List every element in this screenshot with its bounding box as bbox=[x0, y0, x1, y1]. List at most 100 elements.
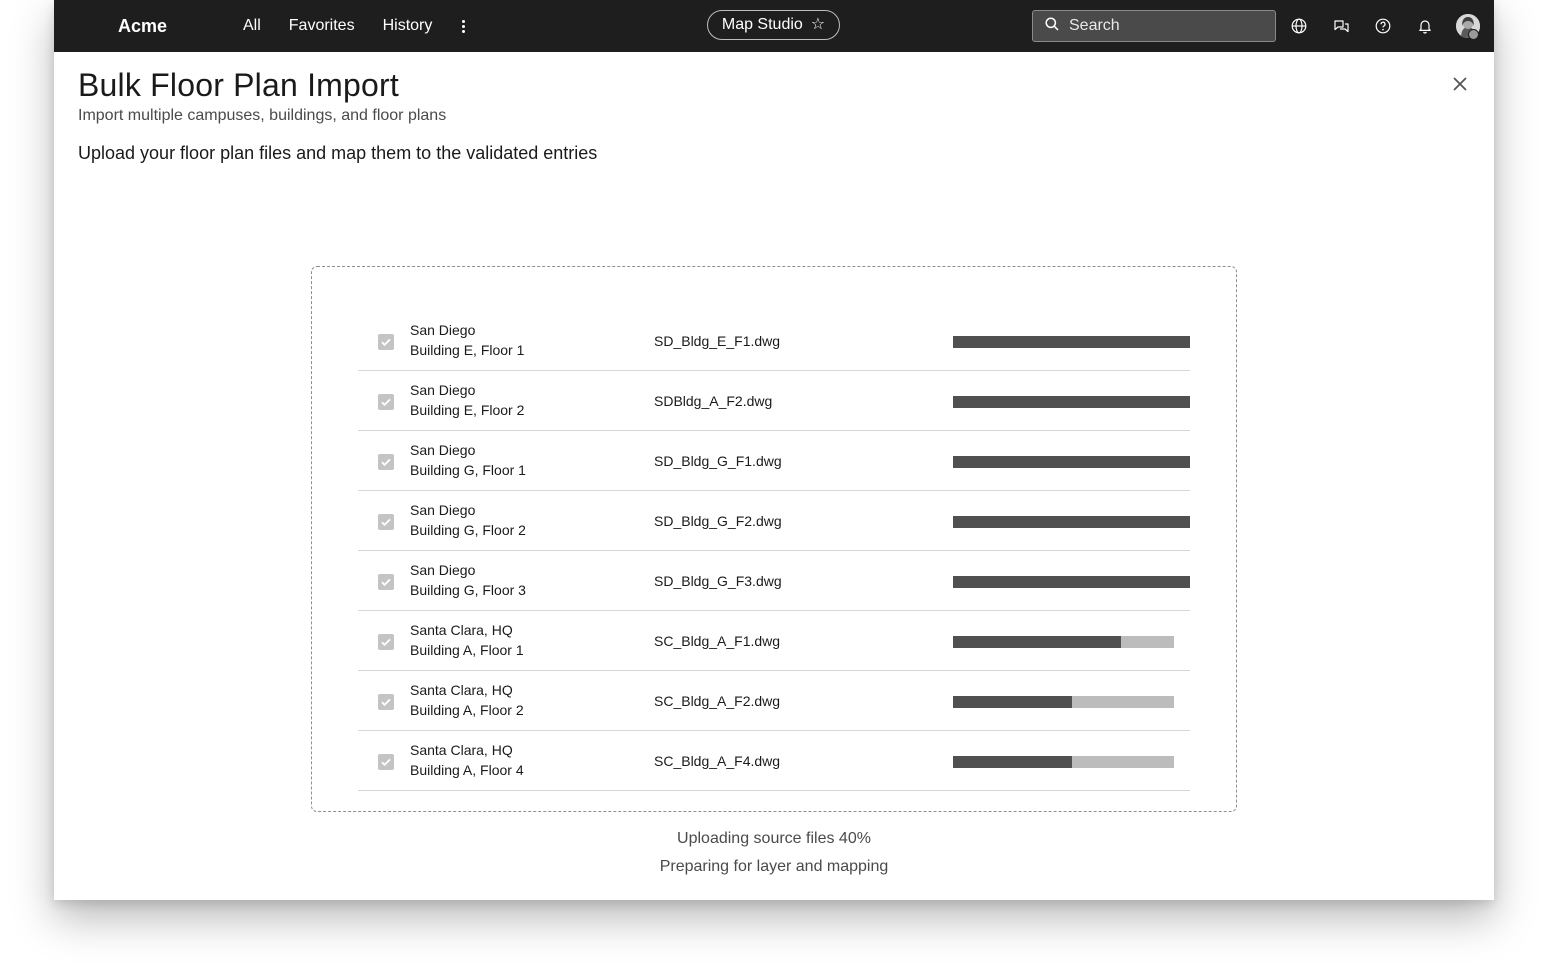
file-name: SD_Bldg_G_F2.dwg bbox=[654, 513, 782, 529]
file-checkbox[interactable] bbox=[378, 754, 394, 770]
campus-name: San Diego bbox=[410, 322, 476, 338]
campus-name: Santa Clara, HQ bbox=[410, 682, 513, 698]
search-icon bbox=[1045, 16, 1059, 36]
checkmark-icon bbox=[381, 578, 391, 587]
file-name: SC_Bldg_A_F2.dwg bbox=[654, 693, 781, 709]
checkmark-icon bbox=[381, 398, 391, 407]
file-checkbox[interactable] bbox=[378, 634, 394, 650]
file-checkbox[interactable] bbox=[378, 394, 394, 410]
file-row: San Diego Building E, Floor 2 SDBldg_A_F… bbox=[358, 371, 1190, 431]
more-vertical-icon[interactable] bbox=[456, 16, 470, 36]
building-floor: Building G, Floor 3 bbox=[410, 582, 526, 598]
file-drop-zone[interactable]: San Diego Building E, Floor 1 SD_Bldg_E_… bbox=[311, 266, 1237, 812]
online-status-indicator bbox=[1468, 29, 1479, 40]
file-checkbox[interactable] bbox=[378, 334, 394, 350]
app-window: Acme All Favorites History Map Studio ☆ bbox=[54, 0, 1494, 900]
search-input[interactable] bbox=[1067, 16, 1261, 36]
upload-progress-bar bbox=[953, 576, 1190, 588]
file-location: San Diego Building G, Floor 2 bbox=[410, 500, 526, 540]
building-floor: Building E, Floor 2 bbox=[410, 402, 525, 418]
file-name: SD_Bldg_E_F1.dwg bbox=[654, 333, 781, 349]
nav-item-favorites[interactable]: Favorites bbox=[289, 17, 355, 35]
file-location: San Diego Building E, Floor 1 bbox=[410, 320, 524, 360]
help-icon[interactable] bbox=[1374, 17, 1392, 35]
checkmark-icon bbox=[381, 698, 391, 707]
close-icon[interactable] bbox=[1450, 74, 1470, 94]
brand-logo[interactable]: Acme bbox=[118, 0, 167, 52]
file-row: San Diego Building G, Floor 2 SD_Bldg_G_… bbox=[358, 491, 1190, 551]
file-location: Santa Clara, HQ Building A, Floor 1 bbox=[410, 620, 524, 660]
upload-progress-fill bbox=[953, 396, 1190, 408]
star-favorite-icon[interactable]: ☆ bbox=[811, 17, 825, 33]
upload-progress-bar bbox=[953, 756, 1174, 768]
app-name-label: Map Studio bbox=[721, 16, 803, 33]
campus-name: San Diego bbox=[410, 382, 476, 398]
file-name: SC_Bldg_A_F1.dwg bbox=[654, 633, 781, 649]
file-location: San Diego Building G, Floor 1 bbox=[410, 440, 526, 480]
utility-icons bbox=[1290, 0, 1480, 52]
upload-instructions: Upload your floor plan files and map the… bbox=[78, 143, 598, 163]
checkmark-icon bbox=[381, 758, 391, 767]
globe-icon[interactable] bbox=[1290, 17, 1308, 35]
upload-progress-fill bbox=[953, 636, 1121, 648]
file-location: Santa Clara, HQ Building A, Floor 2 bbox=[410, 680, 524, 720]
campus-name: Santa Clara, HQ bbox=[410, 622, 513, 638]
upload-progress-bar bbox=[953, 696, 1174, 708]
file-name: SC_Bldg_A_F4.dwg bbox=[654, 753, 781, 769]
file-checkbox[interactable] bbox=[378, 574, 394, 590]
upload-progress-fill bbox=[953, 516, 1190, 528]
file-checkbox[interactable] bbox=[378, 514, 394, 530]
upload-progress-fill bbox=[953, 456, 1190, 468]
upload-progress-bar bbox=[953, 336, 1190, 348]
notification-bell-icon[interactable] bbox=[1416, 17, 1434, 35]
upload-progress-fill bbox=[953, 576, 1190, 588]
building-floor: Building A, Floor 1 bbox=[410, 642, 524, 658]
file-location: Santa Clara, HQ Building A, Floor 4 bbox=[410, 740, 524, 780]
building-floor: Building G, Floor 1 bbox=[410, 462, 526, 478]
chat-icon[interactable] bbox=[1332, 17, 1350, 35]
nav-item-all[interactable]: All bbox=[243, 17, 261, 35]
file-checkbox[interactable] bbox=[378, 694, 394, 710]
checkmark-icon bbox=[381, 518, 391, 527]
upload-progress-bar bbox=[953, 516, 1190, 528]
campus-name: San Diego bbox=[410, 442, 476, 458]
file-row: San Diego Building G, Floor 1 SD_Bldg_G_… bbox=[358, 431, 1190, 491]
file-name: SD_Bldg_G_F1.dwg bbox=[654, 453, 782, 469]
file-row: Santa Clara, HQ Building A, Floor 2 SC_B… bbox=[358, 671, 1190, 731]
page-subtitle: Import multiple campuses, buildings, and… bbox=[78, 107, 447, 124]
nav-item-history[interactable]: History bbox=[383, 17, 433, 35]
checkmark-icon bbox=[381, 338, 391, 347]
checkmark-icon bbox=[381, 458, 391, 467]
checkmark-icon bbox=[381, 638, 391, 647]
file-list: San Diego Building E, Floor 1 SD_Bldg_E_… bbox=[358, 311, 1190, 791]
upload-status-text: Uploading source files 40% bbox=[677, 830, 871, 847]
top-navigation-bar: Acme All Favorites History Map Studio ☆ bbox=[54, 0, 1494, 52]
mapping-status-text: Preparing for layer and mapping bbox=[659, 858, 889, 875]
main-nav: All Favorites History bbox=[243, 0, 470, 52]
upload-progress-fill bbox=[953, 696, 1072, 708]
file-row: San Diego Building E, Floor 1 SD_Bldg_E_… bbox=[358, 311, 1190, 371]
file-name: SD_Bldg_G_F3.dwg bbox=[654, 573, 782, 589]
building-floor: Building E, Floor 1 bbox=[410, 342, 525, 358]
upload-progress-bar bbox=[953, 636, 1174, 648]
file-row: San Diego Building G, Floor 3 SD_Bldg_G_… bbox=[358, 551, 1190, 611]
upload-progress-bar bbox=[953, 396, 1190, 408]
file-name: SDBldg_A_F2.dwg bbox=[654, 393, 773, 409]
upload-progress-fill bbox=[953, 756, 1072, 768]
campus-name: Santa Clara, HQ bbox=[410, 742, 513, 758]
campus-name: San Diego bbox=[410, 562, 476, 578]
building-floor: Building A, Floor 4 bbox=[410, 762, 524, 778]
file-row: Santa Clara, HQ Building A, Floor 1 SC_B… bbox=[358, 611, 1190, 671]
building-floor: Building A, Floor 2 bbox=[410, 702, 524, 718]
global-search[interactable] bbox=[1032, 10, 1276, 42]
campus-name: San Diego bbox=[410, 502, 476, 518]
file-checkbox[interactable] bbox=[378, 454, 394, 470]
upload-progress-bar bbox=[953, 456, 1190, 468]
file-location: San Diego Building E, Floor 2 bbox=[410, 380, 524, 420]
app-name-button[interactable]: Map Studio ☆ bbox=[707, 10, 840, 40]
file-location: San Diego Building G, Floor 3 bbox=[410, 560, 526, 600]
building-floor: Building G, Floor 2 bbox=[410, 522, 526, 538]
file-row: Santa Clara, HQ Building A, Floor 4 SC_B… bbox=[358, 731, 1190, 791]
upload-progress-fill bbox=[953, 336, 1190, 348]
page-title: Bulk Floor Plan Import bbox=[78, 67, 399, 103]
